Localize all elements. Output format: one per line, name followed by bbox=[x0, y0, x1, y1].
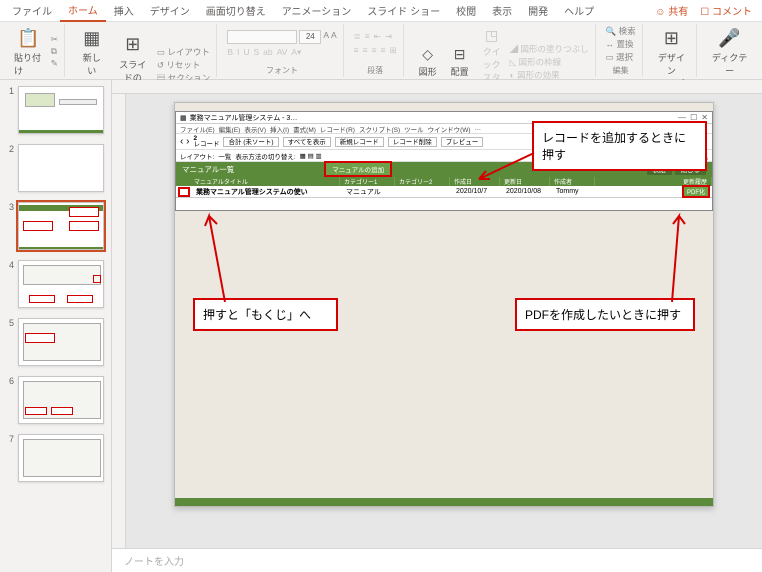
layout-button[interactable]: ▭ レイアウト bbox=[157, 46, 210, 58]
tab-view[interactable]: 表示 bbox=[484, 0, 520, 21]
toc-checkbox bbox=[178, 187, 190, 197]
numbering-icon[interactable]: ≡ bbox=[365, 31, 370, 42]
ribbon-paragraph: ≣≡⇤⇥ ≡≡≡≡⊞ 段落 bbox=[348, 24, 404, 77]
menu-bar: ファイル ホーム 挿入 デザイン 画面切り替え アニメーション スライド ショー… bbox=[0, 0, 762, 22]
paste-button[interactable]: 📋貼り付け bbox=[10, 24, 47, 79]
align-center-icon[interactable]: ≡ bbox=[363, 45, 368, 56]
shrink-font-icon[interactable]: A bbox=[331, 30, 337, 44]
align-right-icon[interactable]: ≡ bbox=[372, 45, 377, 56]
tab-home[interactable]: ホーム bbox=[60, 0, 106, 22]
ribbon-clipboard: 📋貼り付け ✂⧉✎ クリップボード bbox=[4, 24, 65, 77]
bold-icon[interactable]: B bbox=[227, 47, 233, 58]
vertical-ruler bbox=[112, 94, 126, 548]
shapes-icon: ◇ bbox=[419, 46, 437, 64]
group-label-editing: 編集 bbox=[613, 65, 629, 76]
callout-toc: 押すと「もくじ」へ bbox=[193, 298, 338, 331]
slide-edit-area: ▦ 業務マニュアル管理システム - 3… — ☐ ✕ ファイル(E)編集(E)表… bbox=[112, 80, 762, 572]
quick-styles-icon: ◳ bbox=[483, 26, 501, 44]
tab-review[interactable]: 校閲 bbox=[448, 0, 484, 21]
callout-pdf: PDFを作成したいときに押す bbox=[515, 298, 695, 331]
clipboard-icon: 📋 bbox=[16, 26, 40, 50]
tab-file[interactable]: ファイル bbox=[4, 0, 60, 21]
main-area: 1 2 3 4 5 6 7 bbox=[0, 80, 762, 572]
spacing-icon[interactable]: AV bbox=[277, 47, 288, 58]
slide-thumb-7[interactable] bbox=[18, 434, 104, 482]
justify-icon[interactable]: ≡ bbox=[381, 45, 386, 56]
window-title: 業務マニュアル管理システム - 3… bbox=[190, 113, 298, 123]
shadow-icon[interactable]: ab bbox=[263, 47, 272, 58]
share-button[interactable]: ☺ 共有 bbox=[649, 0, 694, 21]
bullets-icon[interactable]: ≣ bbox=[354, 31, 361, 42]
app-icon: ▦ bbox=[180, 114, 187, 122]
font-color-icon[interactable]: A▾ bbox=[291, 47, 301, 58]
notes-pane[interactable]: ノートを入力 bbox=[112, 548, 762, 572]
cut-icon[interactable]: ✂ bbox=[51, 34, 58, 45]
indent-inc-icon[interactable]: ⇥ bbox=[385, 31, 392, 42]
font-family-input[interactable] bbox=[227, 30, 297, 44]
callout-add-record: レコードを追加するときに押す bbox=[532, 121, 707, 171]
shape-effects-button[interactable]: ◐ 図形の効果 bbox=[510, 69, 589, 81]
slide-thumb-3[interactable] bbox=[18, 202, 104, 250]
tab-animations[interactable]: アニメーション bbox=[274, 0, 360, 21]
data-row: 業務マニュアル管理システムの使い マニュアル 2020/10/7 2020/10… bbox=[176, 186, 712, 198]
shapes-button[interactable]: ◇図形 bbox=[414, 44, 442, 80]
tab-developer[interactable]: 開発 bbox=[520, 0, 556, 21]
design-ideas-icon: ⊞ bbox=[659, 26, 683, 50]
grow-font-icon[interactable]: A bbox=[323, 30, 329, 44]
format-painter-icon[interactable]: ✎ bbox=[51, 58, 58, 69]
shape-fill-button[interactable]: ◢ 図形の塗りつぶし bbox=[510, 43, 589, 55]
replace-button[interactable]: ↔ 置換 bbox=[606, 38, 636, 50]
ribbon-designer: ⊞デザイン アイデア デザイナー bbox=[647, 24, 698, 77]
ribbon-editing: 🔍 検索 ↔ 置換 ▭ 選択 編集 bbox=[600, 24, 643, 77]
add-record-button: マニュアルの追加 bbox=[324, 161, 392, 177]
strike-icon[interactable]: S bbox=[254, 47, 260, 58]
italic-icon[interactable]: I bbox=[237, 47, 239, 58]
slide-thumb-2[interactable] bbox=[18, 144, 104, 192]
column-headers: マニュアルタイトル カテゴリー1 カテゴリー2 作成日 更新日 作成者 更新履歴 bbox=[176, 176, 712, 186]
align-left-icon[interactable]: ≡ bbox=[354, 45, 359, 56]
slide-thumb-6[interactable] bbox=[18, 376, 104, 424]
underline-icon[interactable]: U bbox=[243, 47, 249, 58]
slide-thumb-1[interactable] bbox=[18, 86, 104, 134]
ribbon-font: A A B I U S ab AV A▾ フォント bbox=[221, 24, 343, 77]
slide-canvas[interactable]: ▦ 業務マニュアル管理システム - 3… — ☐ ✕ ファイル(E)編集(E)表… bbox=[174, 102, 714, 507]
pdf-button: PDF化 bbox=[682, 185, 710, 198]
ribbon: 📋貼り付け ✂⧉✎ クリップボード ▦新しい スライド ⊞スライドの 再利用 ▭… bbox=[0, 22, 762, 80]
reset-button[interactable]: ↺ リセット bbox=[157, 59, 210, 71]
horizontal-ruler bbox=[112, 80, 762, 94]
comment-button[interactable]: ☐ コメント bbox=[694, 0, 758, 21]
reuse-slides-icon: ⊞ bbox=[121, 33, 145, 57]
find-button[interactable]: 🔍 検索 bbox=[606, 25, 636, 37]
font-size-input[interactable] bbox=[299, 30, 321, 44]
indent-dec-icon[interactable]: ⇤ bbox=[374, 31, 381, 42]
columns-icon[interactable]: ⊞ bbox=[390, 45, 397, 56]
mic-icon: 🎤 bbox=[718, 26, 742, 50]
ribbon-slides: ▦新しい スライド ⊞スライドの 再利用 ▭ レイアウト ↺ リセット ▤ セク… bbox=[69, 24, 217, 77]
new-slide-icon: ▦ bbox=[80, 26, 104, 50]
ribbon-voice: 🎤ディクテー ション 音声 bbox=[701, 24, 758, 77]
tab-design[interactable]: デザイン bbox=[142, 0, 198, 21]
slide-thumb-5[interactable] bbox=[18, 318, 104, 366]
slide-thumbnail-panel[interactable]: 1 2 3 4 5 6 7 bbox=[0, 80, 112, 572]
arrange-icon: ⊟ bbox=[451, 46, 469, 64]
tab-help[interactable]: ヘルプ bbox=[556, 0, 602, 21]
select-button[interactable]: ▭ 選択 bbox=[606, 51, 636, 63]
tab-slideshow[interactable]: スライド ショー bbox=[359, 0, 448, 21]
slide-footer-bar bbox=[175, 498, 713, 506]
copy-icon[interactable]: ⧉ bbox=[51, 46, 58, 57]
ribbon-drawing: ◇図形 ⊟配置 ◳クイック スタイル ◢ 図形の塗りつぶし ◺ 図形の枠線 ◐ … bbox=[408, 24, 596, 77]
shape-outline-button[interactable]: ◺ 図形の枠線 bbox=[510, 56, 589, 68]
arrange-button[interactable]: ⊟配置 bbox=[446, 44, 474, 80]
group-label-font: フォント bbox=[266, 65, 298, 76]
group-label-paragraph: 段落 bbox=[367, 65, 383, 76]
slide-thumb-4[interactable] bbox=[18, 260, 104, 308]
tab-insert[interactable]: 挿入 bbox=[106, 0, 142, 21]
tab-transitions[interactable]: 画面切り替え bbox=[198, 0, 274, 21]
